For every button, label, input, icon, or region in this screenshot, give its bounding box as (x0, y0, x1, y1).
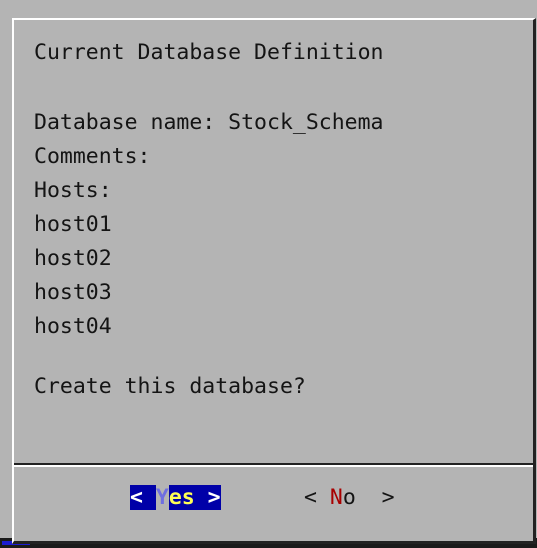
button-row: < Yes > < No > (14, 483, 533, 513)
host-item: host02 (34, 246, 112, 271)
no-hotkey: N (329, 485, 343, 510)
confirm-database-dialog: Current Database Definition Database nam… (12, 18, 536, 544)
host-item: host01 (34, 212, 112, 237)
yes-hotkey: Y (155, 485, 169, 510)
host-item: host04 (34, 314, 112, 339)
yes-label: es (168, 485, 195, 510)
no-button[interactable]: < No > (304, 484, 395, 512)
dialog-title: Current Database Definition (34, 40, 384, 65)
yes-open-bracket: < (130, 485, 156, 510)
host-item: host03 (34, 280, 112, 305)
yes-button[interactable]: < Yes > (130, 484, 221, 512)
yes-close-bracket: > (194, 485, 221, 510)
confirm-question: Create this database? (34, 374, 306, 399)
no-label: o (342, 485, 356, 510)
hosts-label: Hosts: (34, 178, 112, 203)
button-separator-highlight (14, 465, 533, 467)
comments-line: Comments: (34, 144, 151, 169)
no-open-bracket: < (304, 485, 330, 510)
database-name-line: Database name: Stock_Schema (34, 110, 384, 135)
no-close-bracket: > (355, 485, 395, 510)
